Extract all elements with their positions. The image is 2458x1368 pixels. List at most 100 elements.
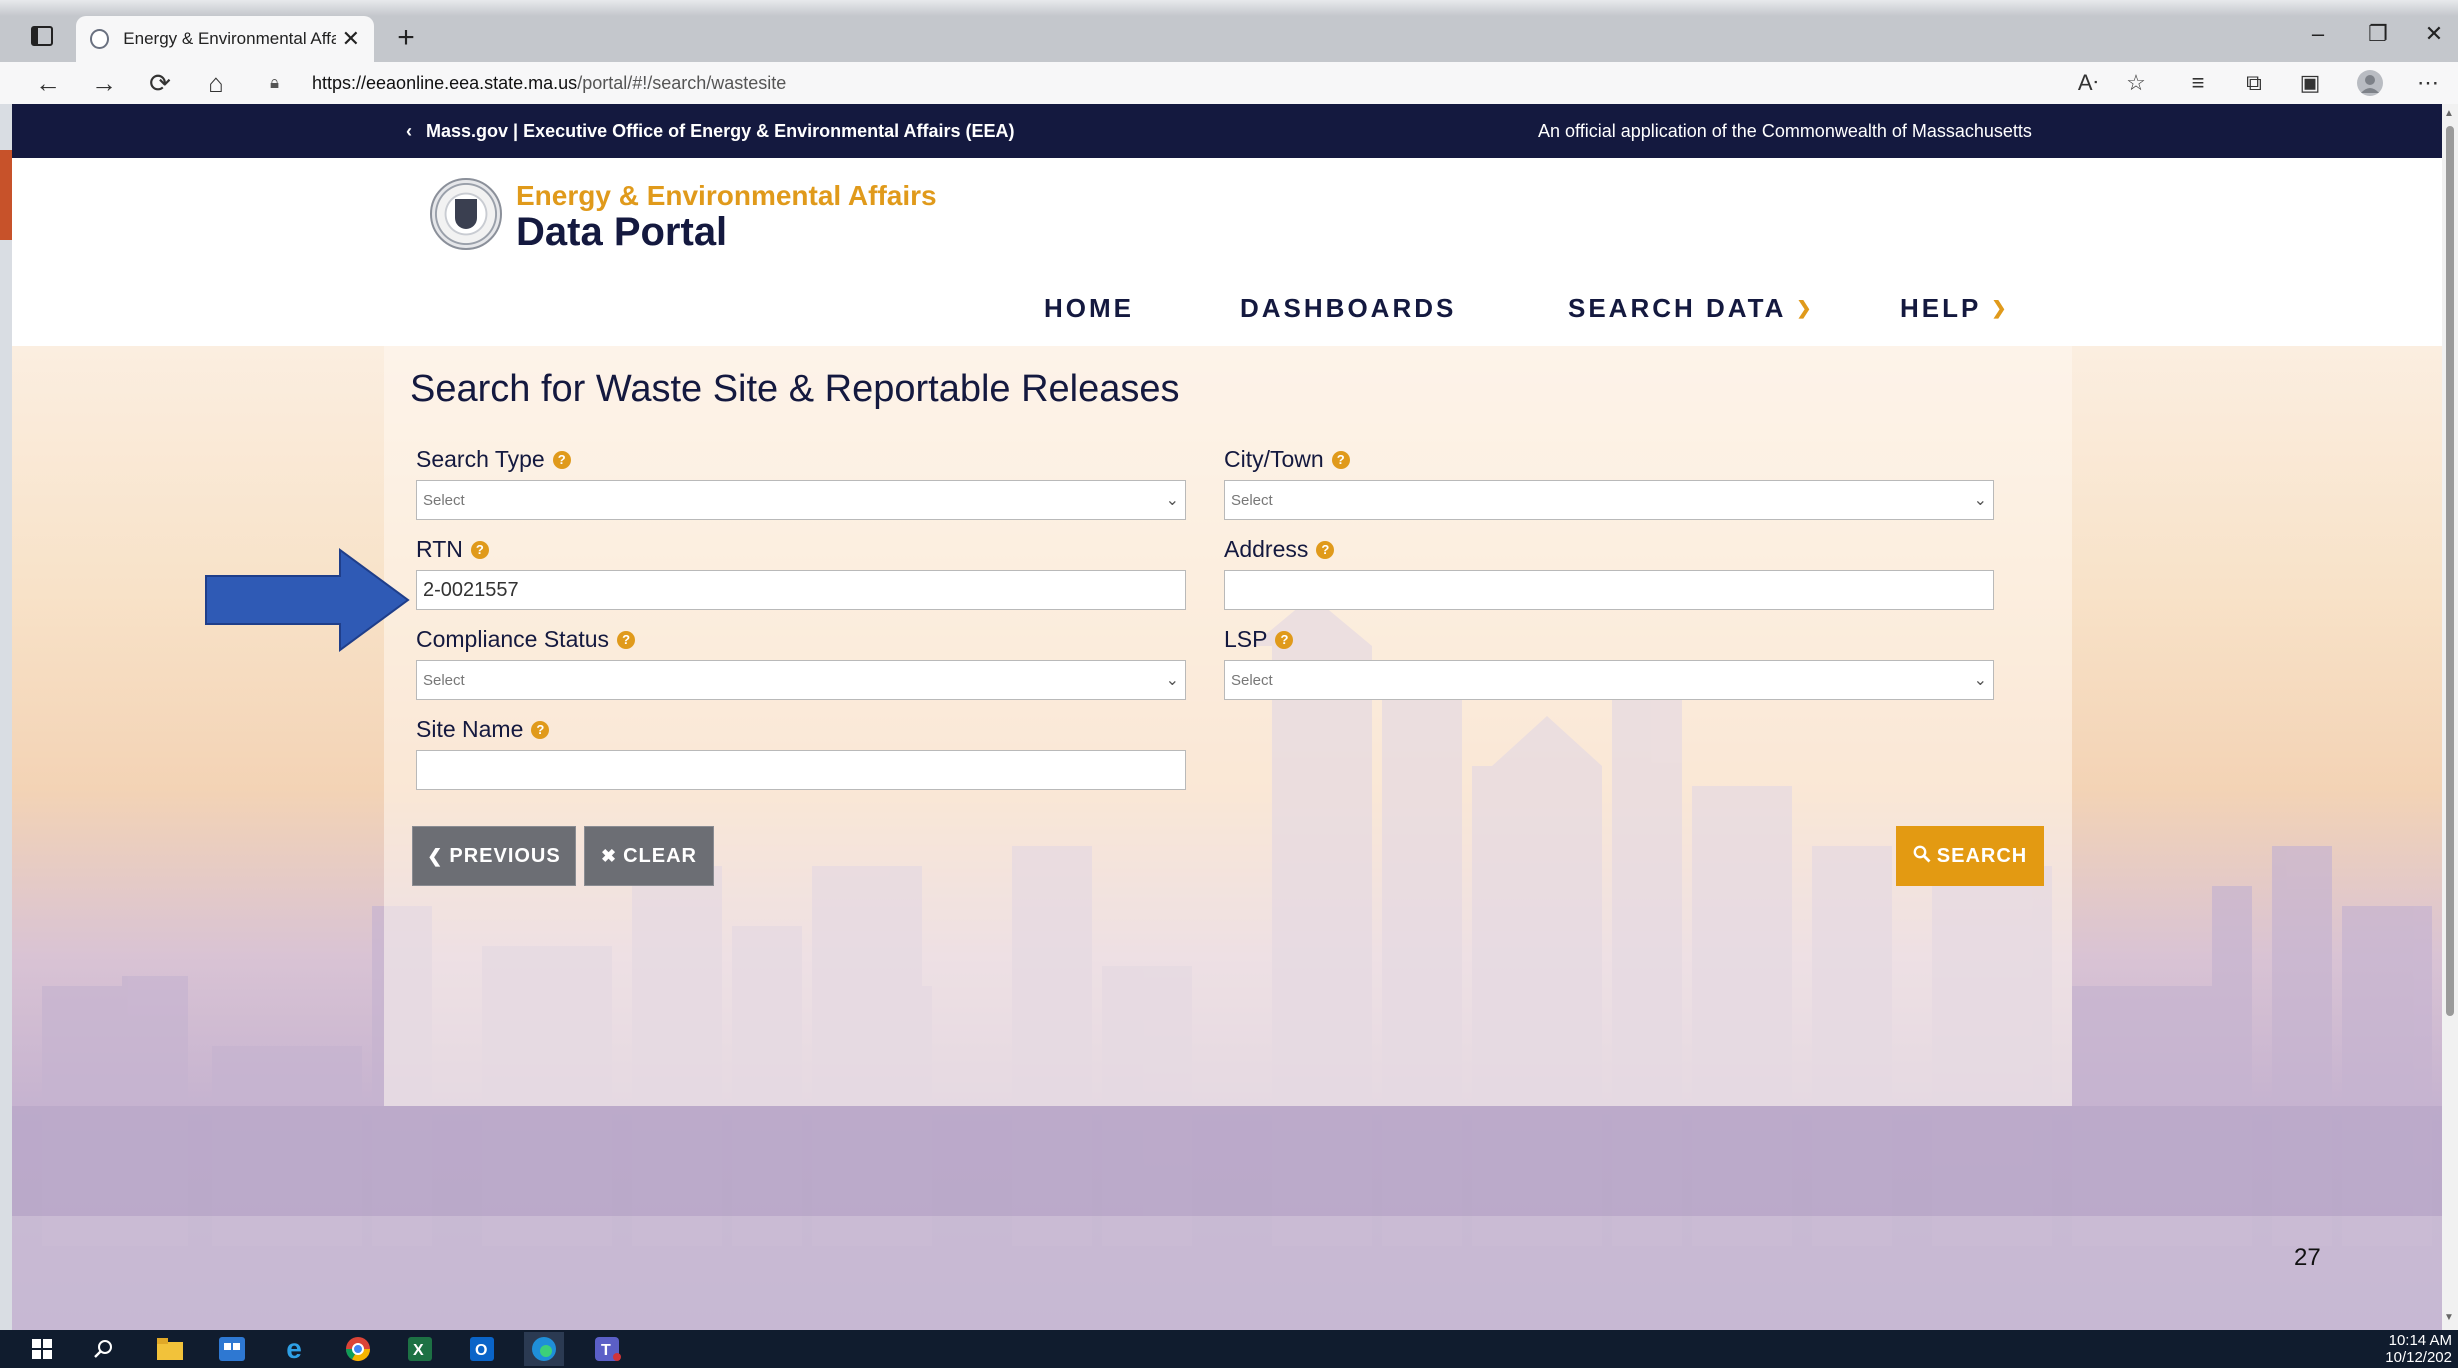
- site-name-label-text: Site Name: [416, 716, 524, 742]
- back-button[interactable]: ←: [26, 62, 70, 104]
- nav-help[interactable]: HELP ❯: [1900, 288, 2009, 328]
- rtn-label: RTN?: [416, 536, 489, 563]
- site-name-input[interactable]: [416, 750, 1186, 790]
- search-type-value: Select: [423, 491, 465, 509]
- compliance-status-label-text: Compliance Status: [416, 626, 610, 652]
- address-label-text: Address: [1224, 536, 1309, 562]
- windows-taskbar: e X O T 10:14 AM 10/12/202: [0, 1330, 2458, 1368]
- search-type-select[interactable]: Select ⌄: [416, 480, 1186, 520]
- tab-actions-icon[interactable]: [22, 18, 62, 54]
- city-town-select[interactable]: Select ⌄: [1224, 480, 1994, 520]
- nav-home-label: HOME: [1044, 292, 1134, 323]
- outlook-icon[interactable]: O: [462, 1332, 502, 1366]
- compliance-status-select[interactable]: Select ⌄: [416, 660, 1186, 700]
- new-tab-button[interactable]: +: [386, 18, 426, 58]
- file-explorer-icon[interactable]: [150, 1332, 190, 1366]
- lsp-select[interactable]: Select ⌄: [1224, 660, 1994, 700]
- previous-button[interactable]: ❮ PREVIOUS: [412, 826, 576, 886]
- nav-search-data[interactable]: SEARCH DATA ❯: [1568, 288, 1814, 328]
- browser-tab[interactable]: Energy & Environmental Affairs D ✕: [76, 16, 374, 62]
- store-app-icon[interactable]: [212, 1332, 252, 1366]
- tab-title: Energy & Environmental Affairs D: [123, 29, 335, 48]
- page-scrollbar[interactable]: ▲ ▼: [2442, 104, 2458, 1330]
- clear-button[interactable]: ✖ CLEAR: [584, 826, 714, 886]
- favorites-icon[interactable]: ≡: [2180, 66, 2216, 100]
- previous-button-label: PREVIOUS: [449, 844, 561, 867]
- forward-button[interactable]: →: [82, 62, 126, 104]
- mass-gov-banner: ‹ Mass.gov | Executive Office of Energy …: [12, 104, 2442, 158]
- city-town-label: City/Town?: [1224, 446, 1350, 473]
- windows-start-icon[interactable]: [22, 1332, 62, 1366]
- banner-left-text: Mass.gov | Executive Office of Energy & …: [426, 120, 1015, 141]
- add-favorite-icon[interactable]: ☆: [2118, 66, 2154, 100]
- profile-icon[interactable]: [2352, 66, 2388, 100]
- help-icon[interactable]: ?: [1316, 540, 1335, 559]
- home-button[interactable]: ⌂: [194, 62, 238, 104]
- nav-dashboards[interactable]: DASHBOARDS: [1240, 288, 1456, 328]
- edge-icon[interactable]: [524, 1332, 564, 1366]
- seal-shield: [455, 199, 477, 229]
- left-edge-strip: [0, 150, 12, 240]
- more-icon[interactable]: ⋯: [2410, 66, 2446, 100]
- tab-bar-background: [0, 0, 2458, 16]
- taskbar-search-icon[interactable]: [84, 1332, 124, 1366]
- internet-explorer-icon[interactable]: e: [274, 1332, 314, 1366]
- minimize-button[interactable]: –: [2288, 14, 2348, 54]
- svg-text:O: O: [475, 1342, 487, 1359]
- address-label: Address?: [1224, 536, 1335, 563]
- close-window-button[interactable]: ✕: [2404, 14, 2458, 54]
- search-button[interactable]: SEARCH: [1896, 826, 2044, 886]
- help-icon[interactable]: ?: [1275, 630, 1294, 649]
- scroll-down-icon[interactable]: ▼: [2444, 1312, 2454, 1323]
- chevron-down-icon: ⌄: [1973, 672, 1987, 689]
- teams-icon[interactable]: T: [588, 1332, 628, 1366]
- massachusetts-seal-logo[interactable]: [430, 178, 502, 250]
- refresh-button[interactable]: ⟳: [138, 62, 182, 104]
- rtn-label-text: RTN: [416, 536, 463, 562]
- lsp-label: LSP?: [1224, 626, 1294, 653]
- mass-gov-link[interactable]: ‹ Mass.gov | Executive Office of Energy …: [406, 104, 1015, 158]
- brand-title-top[interactable]: Energy & Environmental Affairs: [516, 180, 937, 212]
- url-field[interactable]: 🔒︎ https://eeaonline.eea.state.ma.us /po…: [250, 66, 2070, 100]
- chrome-icon[interactable]: [338, 1332, 378, 1366]
- url-path: /portal/#!/search/wastesite: [577, 72, 787, 93]
- chevron-down-icon: ❯: [1991, 297, 2010, 318]
- web-page: ‹ Mass.gov | Executive Office of Energy …: [12, 104, 2442, 1330]
- restore-button[interactable]: ❐: [2348, 14, 2408, 54]
- city-town-value: Select: [1231, 491, 1273, 509]
- rtn-input[interactable]: 2-0021557: [416, 570, 1186, 610]
- scrollbar-thumb[interactable]: [2446, 126, 2454, 1016]
- help-icon[interactable]: ?: [470, 540, 489, 559]
- edge-bar-icon[interactable]: ▣: [2292, 66, 2328, 100]
- address-input[interactable]: [1224, 570, 1994, 610]
- url-host: https://eeaonline.eea.state.ma.us: [312, 72, 578, 93]
- slide-page-number: 27: [2294, 1244, 2321, 1271]
- chevron-down-icon: ❯: [1796, 297, 1815, 318]
- clear-button-label: CLEAR: [623, 844, 697, 867]
- taskbar-clock[interactable]: 10:14 AM 10/12/202: [2385, 1332, 2452, 1366]
- search-type-label: Search Type?: [416, 446, 571, 473]
- nav-home[interactable]: HOME: [1044, 288, 1134, 328]
- scroll-up-icon[interactable]: ▲: [2444, 108, 2454, 119]
- lsp-value: Select: [1231, 671, 1273, 689]
- help-icon[interactable]: ?: [531, 720, 550, 739]
- lsp-label-text: LSP: [1224, 626, 1268, 652]
- close-icon: ✖: [601, 845, 618, 866]
- excel-icon[interactable]: X: [400, 1332, 440, 1366]
- search-button-label: SEARCH: [1936, 844, 2028, 867]
- clock-time: 10:14 AM: [2388, 1332, 2452, 1349]
- site-header: Energy & Environmental Affairs Data Port…: [12, 158, 2442, 346]
- site-name-label: Site Name?: [416, 716, 550, 743]
- chevron-down-icon: ⌄: [1165, 672, 1179, 689]
- brand-title-bottom[interactable]: Data Portal: [516, 210, 727, 255]
- collections-icon[interactable]: ⧉: [2236, 66, 2272, 100]
- nav-help-label: HELP: [1900, 292, 1982, 323]
- read-aloud-icon[interactable]: Aᐧ: [2070, 66, 2106, 100]
- search-icon: [1913, 845, 1931, 868]
- help-icon[interactable]: ?: [552, 450, 571, 469]
- annotation-arrow: [205, 548, 410, 652]
- help-icon[interactable]: ?: [617, 630, 636, 649]
- help-icon[interactable]: ?: [1331, 450, 1350, 469]
- tab-close-icon[interactable]: ✕: [342, 26, 360, 52]
- chevron-down-icon: ⌄: [1973, 492, 1987, 509]
